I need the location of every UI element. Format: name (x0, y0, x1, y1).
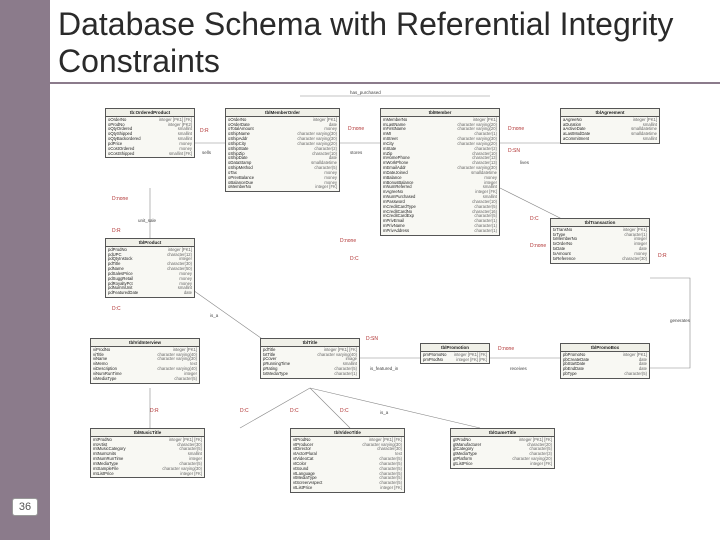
attr-row: viMediaTypecharacter(5) (93, 377, 197, 382)
constraint-dsn-2: D:SN (366, 336, 378, 342)
constraint-dc-1: D:C (350, 256, 359, 262)
constraint-dr-2: D:R (112, 228, 121, 234)
attr-row: pbTypecharacter(5) (563, 372, 647, 377)
entity-header: tblGameTitle (451, 429, 554, 437)
constraint-dc-5: D:C (290, 408, 299, 414)
entity-header: tblPromoBox (561, 344, 649, 352)
constraint-dnone-6: D:none (498, 346, 514, 352)
constraint-dc-3: D:C (112, 306, 121, 312)
rel-stores: stores (350, 150, 362, 155)
slide-content: Database Schema with Referential Integri… (50, 0, 720, 540)
attr-row: mtListPriceinteger [FK] (93, 472, 202, 477)
attr-row: mPrivAddresscharacter(1) (383, 229, 497, 234)
page-number: 36 (12, 498, 38, 516)
er-diagram: has_purchased tb:OrderedProduct oOrderNo… (50, 88, 720, 536)
rel-generates: generates (670, 318, 690, 323)
entity-video-title: tblVideoTitle vtProdNointeger [PK1] [FK]… (290, 428, 405, 493)
entity-header: tb:OrderedProduct (106, 109, 194, 117)
entity-header: tblVideoTitle (291, 429, 404, 437)
attr-row: oMemberNointeger [FK] (228, 185, 337, 190)
entity-promo-box: tblPromoBox pbPromoNointeger [PK1]pbCrea… (560, 343, 650, 379)
attr-row: pdFeaturedDatedate (108, 291, 192, 296)
attr-row: gtListPriceinteger [FK] (453, 462, 552, 467)
rel-unit-sale: unit_sale (138, 218, 156, 223)
attr-row: pmProdNointeger [FK] [PK] (423, 358, 487, 363)
rel-is-a-2: is_a (380, 410, 388, 415)
attr-row: txReferencecharacter(30) (553, 257, 647, 262)
entity-header: tblVidInterview (91, 339, 199, 347)
constraint-dnone-1: D:none (348, 126, 364, 132)
rel-is-a-1: is_a (210, 313, 218, 318)
entity-ordered-product: tb:OrderedProduct oOrderNointeger [PK1] … (105, 108, 195, 159)
entity-product: tblProduct pdProdNointeger [PK1]pdUPCcha… (105, 238, 195, 298)
rel-is-featured-in: is_featured_in (370, 366, 398, 371)
constraint-dr-4: D:R (150, 408, 159, 414)
constraint-dr-3: D:R (658, 253, 667, 259)
entity-game-title: tblGameTitle gtProdNointeger [PK1] [FK]g… (450, 428, 555, 469)
entity-header: tblPromotion (421, 344, 489, 352)
constraint-dnone-3: D:none (112, 196, 128, 202)
entity-title: tblTitle pdTitleinteger [PK1] [FK]txtTit… (260, 338, 360, 379)
entity-header: tblMember (381, 109, 499, 117)
entity-member-order: tblMemberOrder oOrderNointeger [PK1]oOrd… (225, 108, 340, 193)
entity-member: tblMember mMemberNointeger [PK1]mLastNam… (380, 108, 500, 236)
attr-row: oCostShippedsmallint [FK] (108, 152, 192, 157)
constraint-dnone-5: D:none (530, 243, 546, 249)
entity-header: tblTitle (261, 339, 359, 347)
rel-has-purchased: has_purchased (350, 90, 381, 95)
entity-music-title: tblMusicTitle mtProdNointeger [PK1] [FK]… (90, 428, 205, 479)
attr-row: aCommitmentsmallint (563, 137, 657, 142)
constraint-dnone-4: D:none (340, 238, 356, 244)
entity-promotion: tblPromotion pmPromoNointeger [PK1] [FK]… (420, 343, 490, 365)
entity-header: tblTransaction (551, 219, 649, 227)
attr-row: txtMediaTypecharacter(1) (263, 372, 357, 377)
rel-receives: receives (510, 366, 527, 371)
constraint-dc-2: D:C (530, 216, 539, 222)
constraint-dc-4: D:C (240, 408, 249, 414)
attr-row: vtListPriceinteger [FK] (293, 486, 402, 491)
entity-header: tblMemberOrder (226, 109, 339, 117)
entity-header: tblProduct (106, 239, 194, 247)
constraint-dsn-1: D:SN (508, 148, 520, 154)
constraint-dr-1: D:R (200, 128, 209, 134)
entity-agreement: tblAgreement aAgreeNointeger [PK1]aDurat… (560, 108, 660, 144)
constraint-dnone-2: D:none (508, 126, 524, 132)
slide-title: Database Schema with Referential Integri… (50, 0, 720, 84)
slide-sidebar: 36 (0, 0, 50, 540)
entity-transaction: tblTransaction txTransNointeger [PK1]txT… (550, 218, 650, 264)
rel-lives: lives (520, 160, 529, 165)
entity-vid-interview: tblVidInterview viProdNointeger [PK1]viT… (90, 338, 200, 384)
rel-sells: sells (202, 150, 211, 155)
entity-header: tblMusicTitle (91, 429, 204, 437)
entity-header: tblAgreement (561, 109, 659, 117)
constraint-dc-6: D:C (340, 408, 349, 414)
